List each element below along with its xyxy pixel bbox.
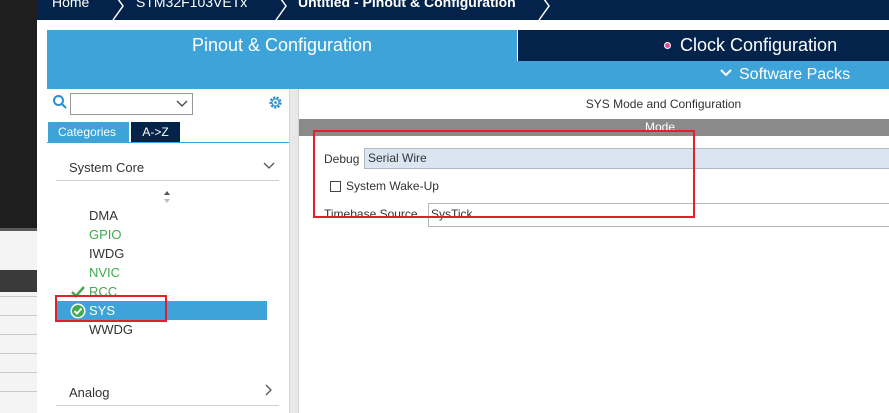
breadcrumb-separator-icon bbox=[112, 0, 124, 20]
background-row bbox=[0, 372, 37, 373]
list-item-dma[interactable]: DMA bbox=[56, 206, 267, 225]
background-header bbox=[0, 270, 37, 292]
background-row bbox=[0, 334, 37, 335]
group-system-core-label: System Core bbox=[69, 160, 145, 175]
search-input[interactable] bbox=[70, 93, 193, 115]
categories-panel: Categories A->Z System Core DMA GPIO IWD… bbox=[47, 89, 289, 413]
panel-splitter[interactable] bbox=[289, 89, 299, 413]
background-row bbox=[0, 296, 37, 297]
sort-icon[interactable] bbox=[163, 191, 171, 203]
chevron-down-icon bbox=[263, 162, 275, 169]
breadcrumb-current[interactable]: Untitled - Pinout & Configuration bbox=[298, 0, 516, 10]
tab-clock-label: Clock Configuration bbox=[680, 35, 838, 55]
tab-a-to-z[interactable]: A->Z bbox=[131, 122, 180, 142]
group-analog-label: Analog bbox=[69, 385, 110, 400]
list-item-wwdg[interactable]: WWDG bbox=[56, 320, 267, 339]
chevron-right-icon bbox=[265, 384, 272, 396]
divider bbox=[47, 142, 289, 143]
list-item-gpio[interactable]: GPIO bbox=[56, 225, 267, 244]
list-item-label: IWDG bbox=[89, 246, 125, 261]
breadcrumb-separator-icon bbox=[275, 0, 287, 20]
background-row bbox=[0, 315, 37, 316]
tab-clock-configuration[interactable]: Clock Configuration bbox=[518, 30, 889, 61]
main-tabs: Pinout & Configuration Clock Configurati… bbox=[47, 30, 889, 61]
list-item-nvic[interactable]: NVIC bbox=[56, 263, 267, 282]
list-item-label: DMA bbox=[89, 208, 118, 223]
background-panel bbox=[0, 228, 37, 413]
panel-title: SYS Mode and Configuration bbox=[585, 97, 742, 111]
background-row bbox=[0, 391, 37, 392]
list-item-label: WWDG bbox=[89, 322, 134, 337]
software-packs-bar: Software Packs bbox=[47, 61, 889, 89]
background-window bbox=[0, 0, 37, 413]
software-packs-menu[interactable]: Software Packs bbox=[739, 66, 850, 84]
group-system-core[interactable]: System Core bbox=[56, 153, 279, 181]
tab-categories[interactable]: Categories bbox=[48, 122, 129, 142]
breadcrumb-separator-icon bbox=[538, 0, 550, 20]
breadcrumb-home[interactable]: Home bbox=[52, 0, 89, 10]
status-dot-icon bbox=[664, 42, 671, 49]
chevron-down-icon[interactable] bbox=[719, 66, 733, 80]
annotation-highlight-box bbox=[313, 130, 695, 218]
annotation-highlight-box bbox=[55, 295, 167, 322]
breadcrumb-device[interactable]: STM32F103VETx bbox=[136, 0, 247, 10]
list-item-label: GPIO bbox=[89, 227, 122, 242]
search-icon[interactable] bbox=[52, 94, 68, 110]
chevron-down-icon bbox=[176, 100, 188, 107]
group-analog[interactable]: Analog bbox=[56, 378, 279, 406]
background-row bbox=[0, 353, 37, 354]
list-item-label: NVIC bbox=[89, 265, 121, 280]
gear-icon[interactable] bbox=[267, 94, 284, 111]
breadcrumb: Home STM32F103VETx Untitled - Pinout & C… bbox=[37, 0, 889, 20]
list-item-iwdg[interactable]: IWDG bbox=[56, 244, 267, 263]
tab-pinout-configuration[interactable]: Pinout & Configuration bbox=[47, 30, 517, 61]
